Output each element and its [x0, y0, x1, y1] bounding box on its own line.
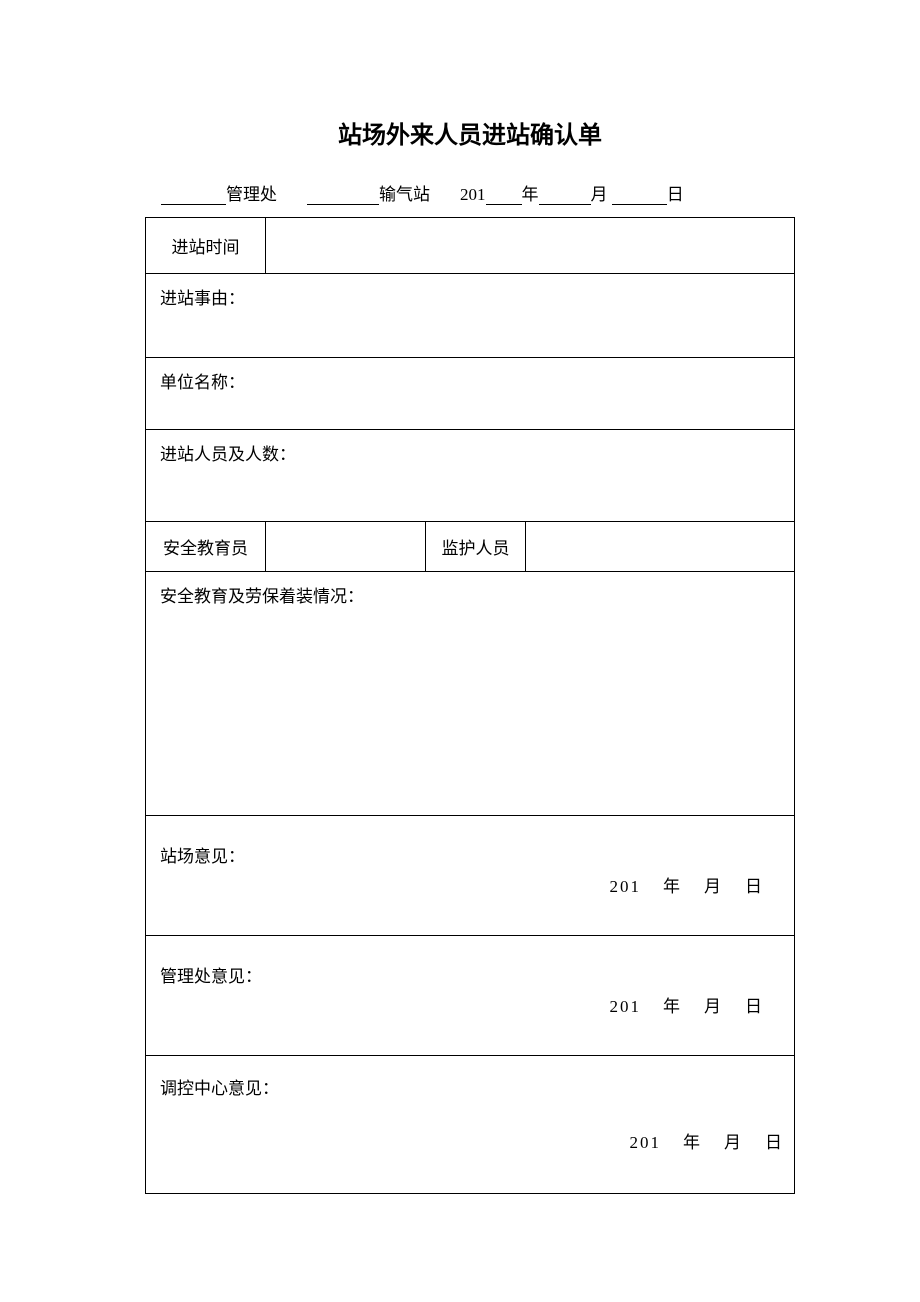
- field-entry-reason[interactable]: 进站事由：: [146, 274, 795, 358]
- row-entry-time: 进站时间: [146, 218, 795, 274]
- field-safety-educator[interactable]: [266, 522, 426, 572]
- label-safety-educator: 安全教育员: [146, 522, 266, 572]
- row-station-opinion: 站场意见： 201年月日: [146, 816, 795, 936]
- label-entry-reason: 进站事由：: [160, 289, 245, 308]
- field-safety-education[interactable]: 安全教育及劳保着装情况：: [146, 572, 795, 816]
- field-personnel[interactable]: 进站人员及人数：: [146, 430, 795, 522]
- row-entry-reason: 进站事由：: [146, 274, 795, 358]
- label-day: 日: [667, 180, 684, 205]
- row-management-opinion: 管理处意见： 201年月日: [146, 936, 795, 1056]
- blank-month[interactable]: [539, 185, 591, 205]
- date-management-opinion: 201年月日: [610, 992, 765, 1017]
- blank-day[interactable]: [612, 185, 667, 205]
- label-year-prefix: 201: [460, 185, 486, 205]
- row-safety-education: 安全教育及劳保着装情况：: [146, 572, 795, 816]
- row-control-center-opinion: 调控中心意见： 201年月日: [146, 1056, 795, 1194]
- label-personnel: 进站人员及人数：: [160, 445, 296, 464]
- field-supervisor[interactable]: [526, 522, 795, 572]
- label-entry-time: 进站时间: [146, 218, 266, 274]
- label-safety-education: 安全教育及劳保着装情况：: [160, 587, 364, 606]
- label-station: 输气站: [379, 180, 430, 205]
- label-control-center-opinion: 调控中心意见：: [160, 1074, 780, 1099]
- label-supervisor: 监护人员: [426, 522, 526, 572]
- label-management: 管理处: [226, 180, 277, 205]
- field-management-opinion[interactable]: 管理处意见： 201年月日: [146, 936, 795, 1056]
- label-station-opinion: 站场意见：: [160, 842, 780, 867]
- date-station-opinion: 201年月日: [610, 872, 765, 897]
- row-educator: 安全教育员 监护人员: [146, 522, 795, 572]
- row-unit-name: 单位名称：: [146, 358, 795, 430]
- blank-year[interactable]: [486, 185, 522, 205]
- date-control-center-opinion: 201年月日: [630, 1128, 785, 1153]
- form-table: 进站时间 进站事由： 单位名称： 进站人员及人数： 安全教育员 监护人员 安全教…: [145, 217, 795, 1194]
- label-year: 年: [522, 180, 539, 205]
- field-station-opinion[interactable]: 站场意见： 201年月日: [146, 816, 795, 936]
- field-entry-time[interactable]: [266, 218, 795, 274]
- label-management-opinion: 管理处意见：: [160, 962, 780, 987]
- label-unit-name: 单位名称：: [160, 373, 245, 392]
- blank-management[interactable]: [161, 185, 226, 205]
- document-title: 站场外来人员进站确认单: [145, 115, 795, 150]
- header-line: 管理处 输气站 201 年 月 日: [145, 180, 795, 205]
- row-personnel: 进站人员及人数：: [146, 430, 795, 522]
- blank-station[interactable]: [307, 185, 379, 205]
- field-control-center-opinion[interactable]: 调控中心意见： 201年月日: [146, 1056, 795, 1194]
- label-month: 月: [591, 180, 608, 205]
- field-unit-name[interactable]: 单位名称：: [146, 358, 795, 430]
